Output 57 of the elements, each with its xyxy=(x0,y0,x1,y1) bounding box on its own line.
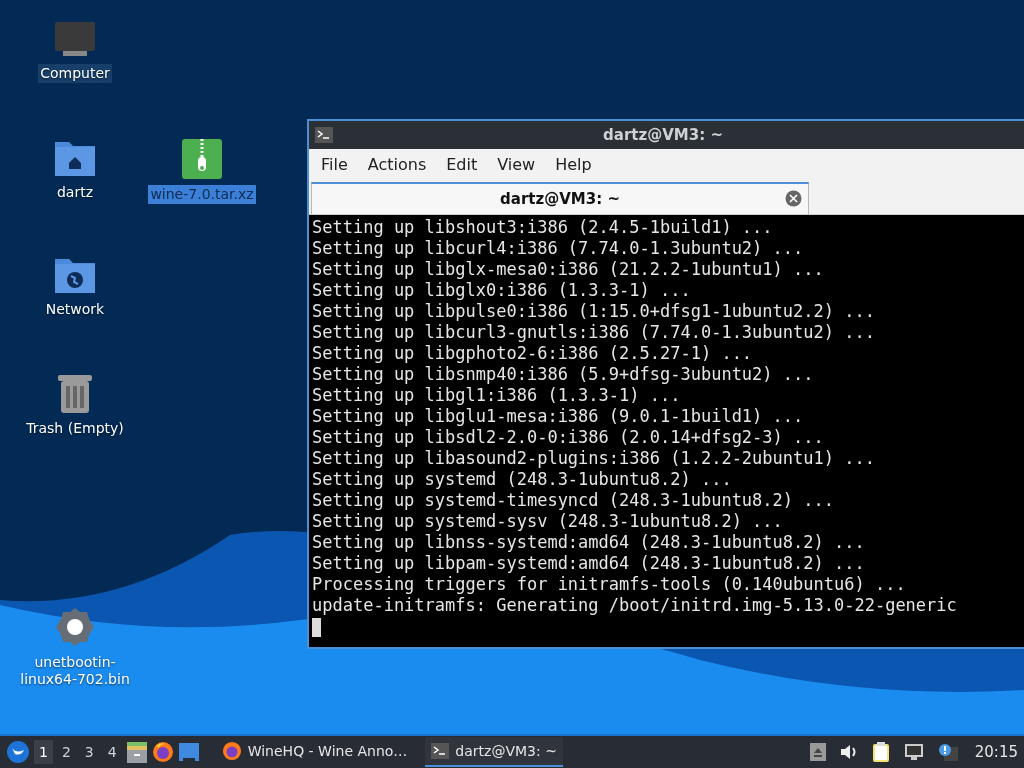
taskbar-task[interactable]: dartz@VM3: ~ xyxy=(425,737,563,767)
desktop-icon[interactable] xyxy=(177,742,200,762)
menu-item[interactable]: Edit xyxy=(436,155,488,174)
terminal-line: Setting up libnss-systemd:amd64 (248.3-1ubuntu8.2) ... xyxy=(312,532,866,553)
firefox-icon xyxy=(221,741,242,761)
terminal-line: Setting up libpulse0:i386 (1:15.0+dfsg1-1ubuntu2.2) ... xyxy=(312,301,876,322)
home-folder-icon xyxy=(54,139,96,177)
clipboard-icon[interactable] xyxy=(871,741,890,763)
eject-icon[interactable] xyxy=(809,743,826,761)
icon-label[interactable]: Computer xyxy=(38,64,112,83)
menu-item[interactable]: Actions xyxy=(357,155,437,174)
clock[interactable]: 20:15 xyxy=(974,743,1018,761)
terminal-line: Setting up libglu1-mesa:i386 (9.0.1-1build1) ... xyxy=(312,406,805,427)
icon-label[interactable]: dartz xyxy=(54,183,96,202)
terminal-line: Setting up libsnmp40:i386 (5.9+dfsg-3ubuntu2) ... xyxy=(312,364,815,385)
terminal-line: Setting up libshout3:i386 (2.4.5-1build1) ... xyxy=(312,217,774,238)
terminal-line: Setting up libglx0:i386 (1.3.3-1) ... xyxy=(312,280,692,301)
terminal-line: Setting up systemd (248.3-1ubuntu8.2) ... xyxy=(312,469,733,490)
close-icon[interactable] xyxy=(785,190,802,207)
terminal-tab[interactable]: dartz@VM3: ~ xyxy=(311,182,809,214)
terminal-line: Setting up libpam-systemd:amd64 (248.3-1ubuntu8.2) ... xyxy=(312,553,866,574)
taskbar-task[interactable]: WineHQ - Wine Anno… xyxy=(215,737,414,767)
terminal-line: Setting up libasound2-plugins:i386 (1.2.2-2ubuntu1) ... xyxy=(312,448,876,469)
terminal-line: update-initramfs: Generating /boot/initrd.img-5.13.0-22-generic xyxy=(312,595,958,616)
menu-item[interactable]: Help xyxy=(545,155,602,174)
notification-icon[interactable] xyxy=(937,743,958,761)
monitor-icon xyxy=(54,22,96,58)
start-menu-icon[interactable] xyxy=(6,740,30,764)
menu-item[interactable]: View xyxy=(487,155,546,174)
terminal-line: Setting up systemd-timesyncd (248.3-1ubuntu8.2) ... xyxy=(312,490,835,511)
gear-icon xyxy=(55,607,95,647)
icon-label[interactable]: Network xyxy=(43,300,107,319)
network-icon[interactable] xyxy=(903,743,924,761)
terminal-line: Processing triggers for initramfs-tools (0.140ubuntu6) ... xyxy=(312,574,907,595)
terminal-line: Setting up libcurl4:i386 (7.74.0-1.3ubuntu2) ... xyxy=(312,238,805,259)
terminal-line: Setting up libcurl3-gnutls:i386 (7.74.0-1.3ubuntu2) ... xyxy=(312,322,876,343)
icon-label[interactable]: Trash (Empty) xyxy=(24,419,126,438)
terminal-line: Setting up libglx-mesa0:i386 (21.2.2-1ubuntu1) ... xyxy=(312,259,825,280)
firefox-icon[interactable] xyxy=(151,741,174,763)
terminal-line: Setting up libgl1:i386 (1.3.3-1) ... xyxy=(312,385,682,406)
terminal-line: Setting up systemd-sysv (248.3-1ubuntu8.2) ... xyxy=(312,511,784,532)
workspace-button[interactable]: 3 xyxy=(79,740,99,764)
window-title: dartz@VM3: ~ xyxy=(602,126,724,144)
workspace-button[interactable]: 1 xyxy=(34,740,53,764)
trash-icon xyxy=(57,373,93,413)
menu-item[interactable]: File xyxy=(311,155,358,174)
archive-icon xyxy=(182,139,222,179)
terminal-line: Setting up libgphoto2-6:i386 (2.5.27-1) ... xyxy=(312,343,754,364)
workspace-button[interactable]: 2 xyxy=(56,740,76,764)
network-folder-icon xyxy=(54,256,96,294)
terminal-icon xyxy=(315,127,333,143)
volume-icon[interactable] xyxy=(839,744,858,760)
terminal-icon xyxy=(431,743,450,759)
text-cursor xyxy=(312,618,321,637)
workspace-button[interactable]: 4 xyxy=(102,740,122,764)
terminal-line: Setting up libsdl2-2.0-0:i386 (2.0.14+dfsg2-3) ... xyxy=(312,427,825,448)
file-cabinet-icon[interactable] xyxy=(125,741,148,763)
